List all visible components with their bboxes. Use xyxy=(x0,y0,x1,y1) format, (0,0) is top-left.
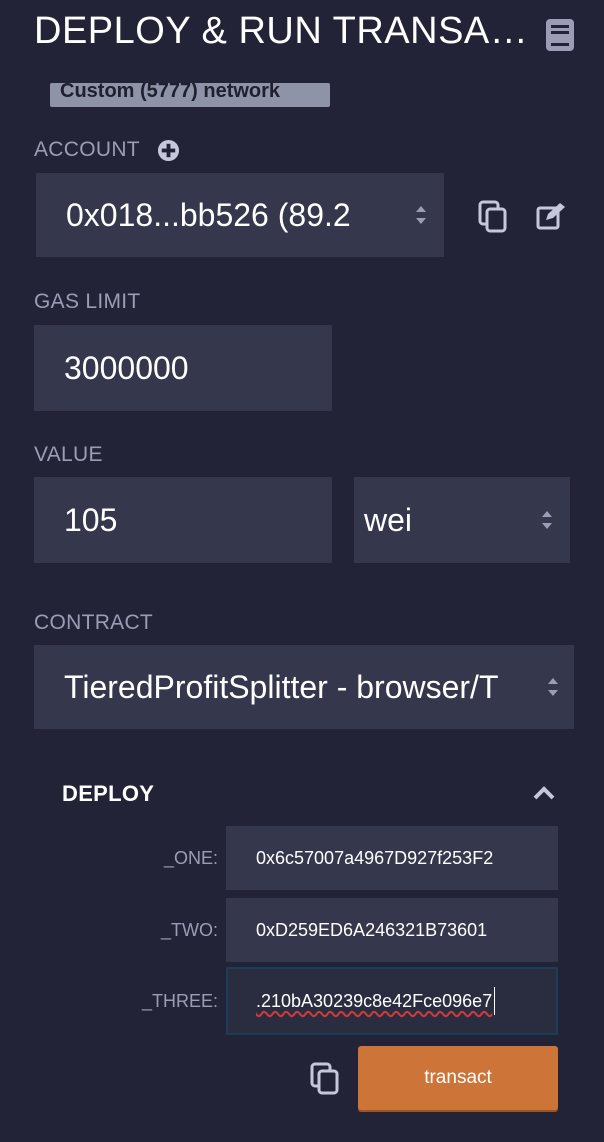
value-label: VALUE xyxy=(34,443,103,466)
param-value-two: 0xD259ED6A246321B73601 xyxy=(256,919,488,940)
account-select-value: 0x018...bb526 (89.2 xyxy=(66,196,351,233)
param-input-three[interactable]: .210bA30239c8e42Fce096e7 xyxy=(226,967,558,1035)
param-input-two[interactable]: 0xD259ED6A246321B73601 xyxy=(226,898,558,962)
transact-button[interactable]: transact xyxy=(358,1046,558,1110)
copy-account-icon[interactable] xyxy=(478,200,508,234)
param-label-three: _THREE: xyxy=(141,991,218,1011)
account-select[interactable]: 0x018...bb526 (89.2 xyxy=(36,173,444,257)
value-unit: wei xyxy=(364,501,413,538)
select-arrows-icon xyxy=(416,206,426,224)
select-arrows-icon xyxy=(542,511,552,529)
text-caret xyxy=(494,987,496,1015)
edit-icon[interactable] xyxy=(536,202,566,230)
book-icon[interactable] xyxy=(544,18,576,52)
value-amount: 105 xyxy=(64,501,118,538)
gas-limit-value: 3000000 xyxy=(64,349,189,386)
param-label-two: _TWO: xyxy=(161,920,218,940)
value-input[interactable]: 105 xyxy=(34,477,332,563)
page-title: DEPLOY & RUN TRANSA… xyxy=(34,10,529,52)
contract-label: CONTRACT xyxy=(34,611,154,634)
param-value-three: .210bA30239c8e42Fce096e7 xyxy=(256,990,493,1011)
gas-limit-input[interactable]: 3000000 xyxy=(34,325,332,411)
copy-calldata-icon[interactable] xyxy=(310,1062,340,1096)
value-unit-select[interactable]: wei xyxy=(354,477,570,563)
account-label: ACCOUNT xyxy=(34,138,140,161)
gas-limit-label: GAS LIMIT xyxy=(34,290,141,313)
deploy-section-title: DEPLOY xyxy=(62,781,155,806)
param-label-one: _ONE: xyxy=(163,848,218,868)
param-value-one: 0x6c57007a4967D927f253F2 xyxy=(256,847,494,868)
select-arrows-icon xyxy=(548,678,558,696)
chevron-up-icon[interactable] xyxy=(532,785,556,801)
environment-badge: Custom (5777) network xyxy=(50,83,330,107)
contract-select-value: TieredProfitSplitter - browser/T xyxy=(64,668,499,705)
contract-select[interactable]: TieredProfitSplitter - browser/T xyxy=(34,645,574,729)
deploy-run-panel: DEPLOY & RUN TRANSA… Custom (5777) netwo… xyxy=(0,0,604,1142)
plus-circle-icon[interactable] xyxy=(157,139,180,162)
param-input-one[interactable]: 0x6c57007a4967D927f253F2 xyxy=(226,826,558,890)
